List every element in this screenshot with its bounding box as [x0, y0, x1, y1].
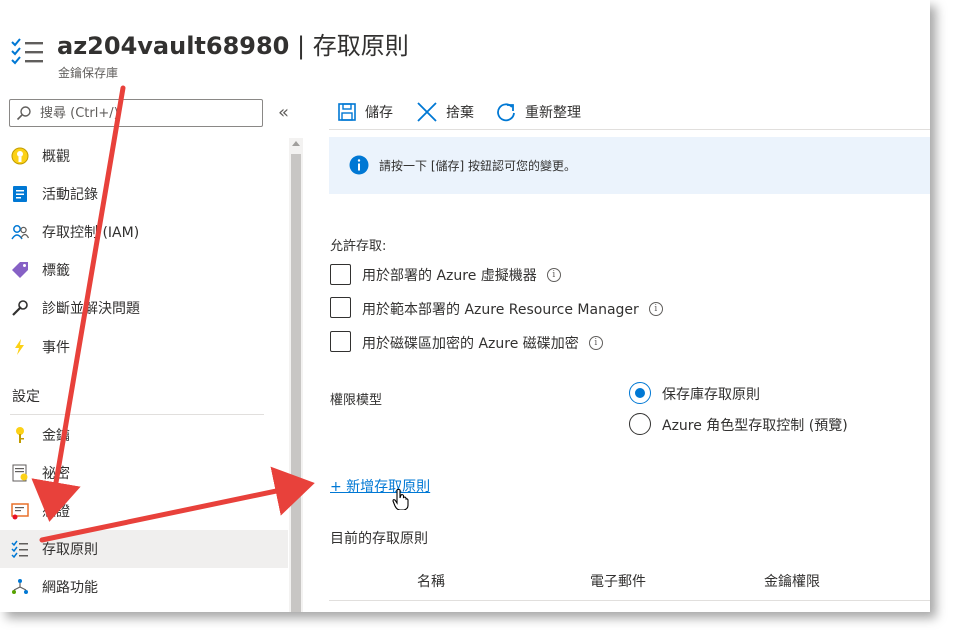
resource-name: az204vault68980: [57, 32, 290, 60]
search-icon: [16, 106, 31, 121]
sidebar-item-secrets[interactable]: 祕密: [0, 454, 288, 492]
discard-label: 捨棄: [446, 105, 474, 121]
sidebar-item-label: 金鑰: [42, 428, 70, 444]
vm-deployment-option: 用於部署的 Azure 虛擬機器 i: [362, 265, 561, 285]
column-header-key-permissions[interactable]: 金鑰權限: [764, 571, 820, 591]
sidebar-item-label: 祕密: [42, 466, 70, 482]
column-header-email[interactable]: 電子郵件: [590, 571, 646, 591]
sidebar-search[interactable]: [9, 99, 263, 127]
info-icon: [349, 155, 369, 175]
screenshot-frame: az204vault68980 | 存取原則 金鑰保存庫 « 概觀 活動記錄 存…: [0, 0, 962, 644]
certificate-icon: [11, 502, 29, 520]
secret-icon: [11, 464, 29, 482]
collapse-sidebar-button[interactable]: «: [278, 102, 289, 123]
checkbox-label: 用於磁碟區加密的 Azure 磁碟加密: [362, 336, 579, 352]
radio-label: 保存庫存取原則: [662, 387, 760, 403]
info-icon[interactable]: i: [546, 268, 561, 282]
sidebar-item-label: 網路功能: [42, 580, 98, 596]
tag-icon: [11, 261, 29, 279]
azure-portal-page: az204vault68980 | 存取原則 金鑰保存庫 « 概觀 活動記錄 存…: [0, 0, 930, 612]
arm-deployment-checkbox[interactable]: [330, 297, 351, 318]
sidebar-item-networking[interactable]: 網路功能: [0, 568, 288, 606]
checkbox-label: 用於部署的 Azure 虛擬機器: [362, 268, 537, 284]
close-icon: [417, 102, 437, 122]
checkbox-label: 用於範本部署的 Azure Resource Manager: [362, 302, 639, 318]
sidebar-item-iam[interactable]: 存取控制 (IAM): [0, 213, 288, 251]
iam-icon: [11, 223, 29, 241]
sidebar-item-label: 事件: [42, 340, 70, 356]
vm-deployment-checkbox[interactable]: [330, 264, 351, 285]
title-separator: |: [297, 32, 306, 60]
wrench-icon: [11, 299, 29, 317]
banner-text: 請按一下 [儲存] 按鈕認可您的變更。: [379, 159, 576, 173]
table-header-divider: [329, 600, 930, 601]
sidebar-item-events[interactable]: 事件: [0, 328, 288, 366]
save-icon: [338, 103, 356, 121]
hand-pointer-cursor-icon: [392, 488, 409, 510]
access-policy-icon: [11, 38, 43, 65]
sidebar-item-label: 憑證: [42, 504, 70, 520]
scrollbar-thumb[interactable]: [291, 154, 301, 612]
info-icon[interactable]: i: [648, 302, 663, 316]
sidebar-item-certificates[interactable]: 憑證: [0, 492, 288, 530]
save-label: 儲存: [365, 105, 393, 121]
key-icon: [11, 426, 29, 444]
command-bar-divider: [329, 129, 930, 130]
sidebar-item-activity-log[interactable]: 活動記錄: [0, 175, 288, 213]
section-divider: [10, 414, 264, 415]
overview-icon: [11, 147, 29, 165]
save-button[interactable]: 儲存: [337, 98, 393, 126]
column-header-name[interactable]: 名稱: [417, 571, 445, 591]
add-access-policy-link[interactable]: + 新增存取原則: [330, 476, 430, 496]
info-icon[interactable]: i: [588, 336, 603, 350]
refresh-icon: [497, 103, 515, 122]
sidebar-item-label: 存取原則: [42, 542, 98, 558]
search-input[interactable]: [40, 103, 255, 123]
sidebar-item-keys[interactable]: 金鑰: [0, 416, 288, 454]
sidebar-item-label: 概觀: [42, 149, 70, 165]
resource-type: 金鑰保存庫: [58, 66, 119, 80]
info-banner: 請按一下 [儲存] 按鈕認可您的變更。: [329, 137, 930, 194]
page-title: az204vault68980 | 存取原則: [57, 26, 409, 61]
sidebar-item-tags[interactable]: 標籤: [0, 251, 288, 289]
refresh-label: 重新整理: [525, 105, 581, 121]
sidebar-scrollbar[interactable]: [289, 138, 303, 612]
blade-name: 存取原則: [312, 32, 409, 60]
azure-rbac-radio[interactable]: [629, 413, 651, 435]
disk-encryption-checkbox[interactable]: [330, 331, 351, 352]
current-policies-label: 目前的存取原則: [330, 531, 428, 547]
sidebar-item-overview[interactable]: 概觀: [0, 137, 288, 175]
sidebar-item-diagnose[interactable]: 診斷並解決問題: [0, 289, 288, 327]
sidebar-item-label: 存取控制 (IAM): [42, 225, 140, 241]
sidebar-item-label: 診斷並解決問題: [42, 301, 140, 317]
networking-icon: [11, 578, 29, 596]
sidebar-item-access-policies[interactable]: 存取原則: [0, 530, 288, 568]
access-label: 允許存取:: [330, 239, 387, 254]
settings-section-heading: 設定: [12, 389, 40, 405]
access-policy-icon: [11, 540, 29, 558]
disk-encryption-option: 用於磁碟區加密的 Azure 磁碟加密 i: [362, 333, 603, 353]
refresh-button[interactable]: 重新整理: [495, 98, 581, 126]
arm-deployment-option: 用於範本部署的 Azure Resource Manager i: [362, 299, 663, 319]
sidebar-item-label: 標籤: [42, 263, 70, 279]
sidebar-item-label: 活動記錄: [42, 187, 98, 203]
scroll-up-arrow-icon[interactable]: [292, 141, 300, 146]
discard-button[interactable]: 捨棄: [416, 98, 474, 126]
lightning-icon: [11, 338, 29, 356]
activity-log-icon: [11, 185, 29, 203]
vault-access-policy-radio[interactable]: [629, 382, 651, 404]
permission-model-label: 權限模型: [330, 393, 383, 408]
radio-label: Azure 角色型存取控制 (預覽): [662, 418, 848, 434]
